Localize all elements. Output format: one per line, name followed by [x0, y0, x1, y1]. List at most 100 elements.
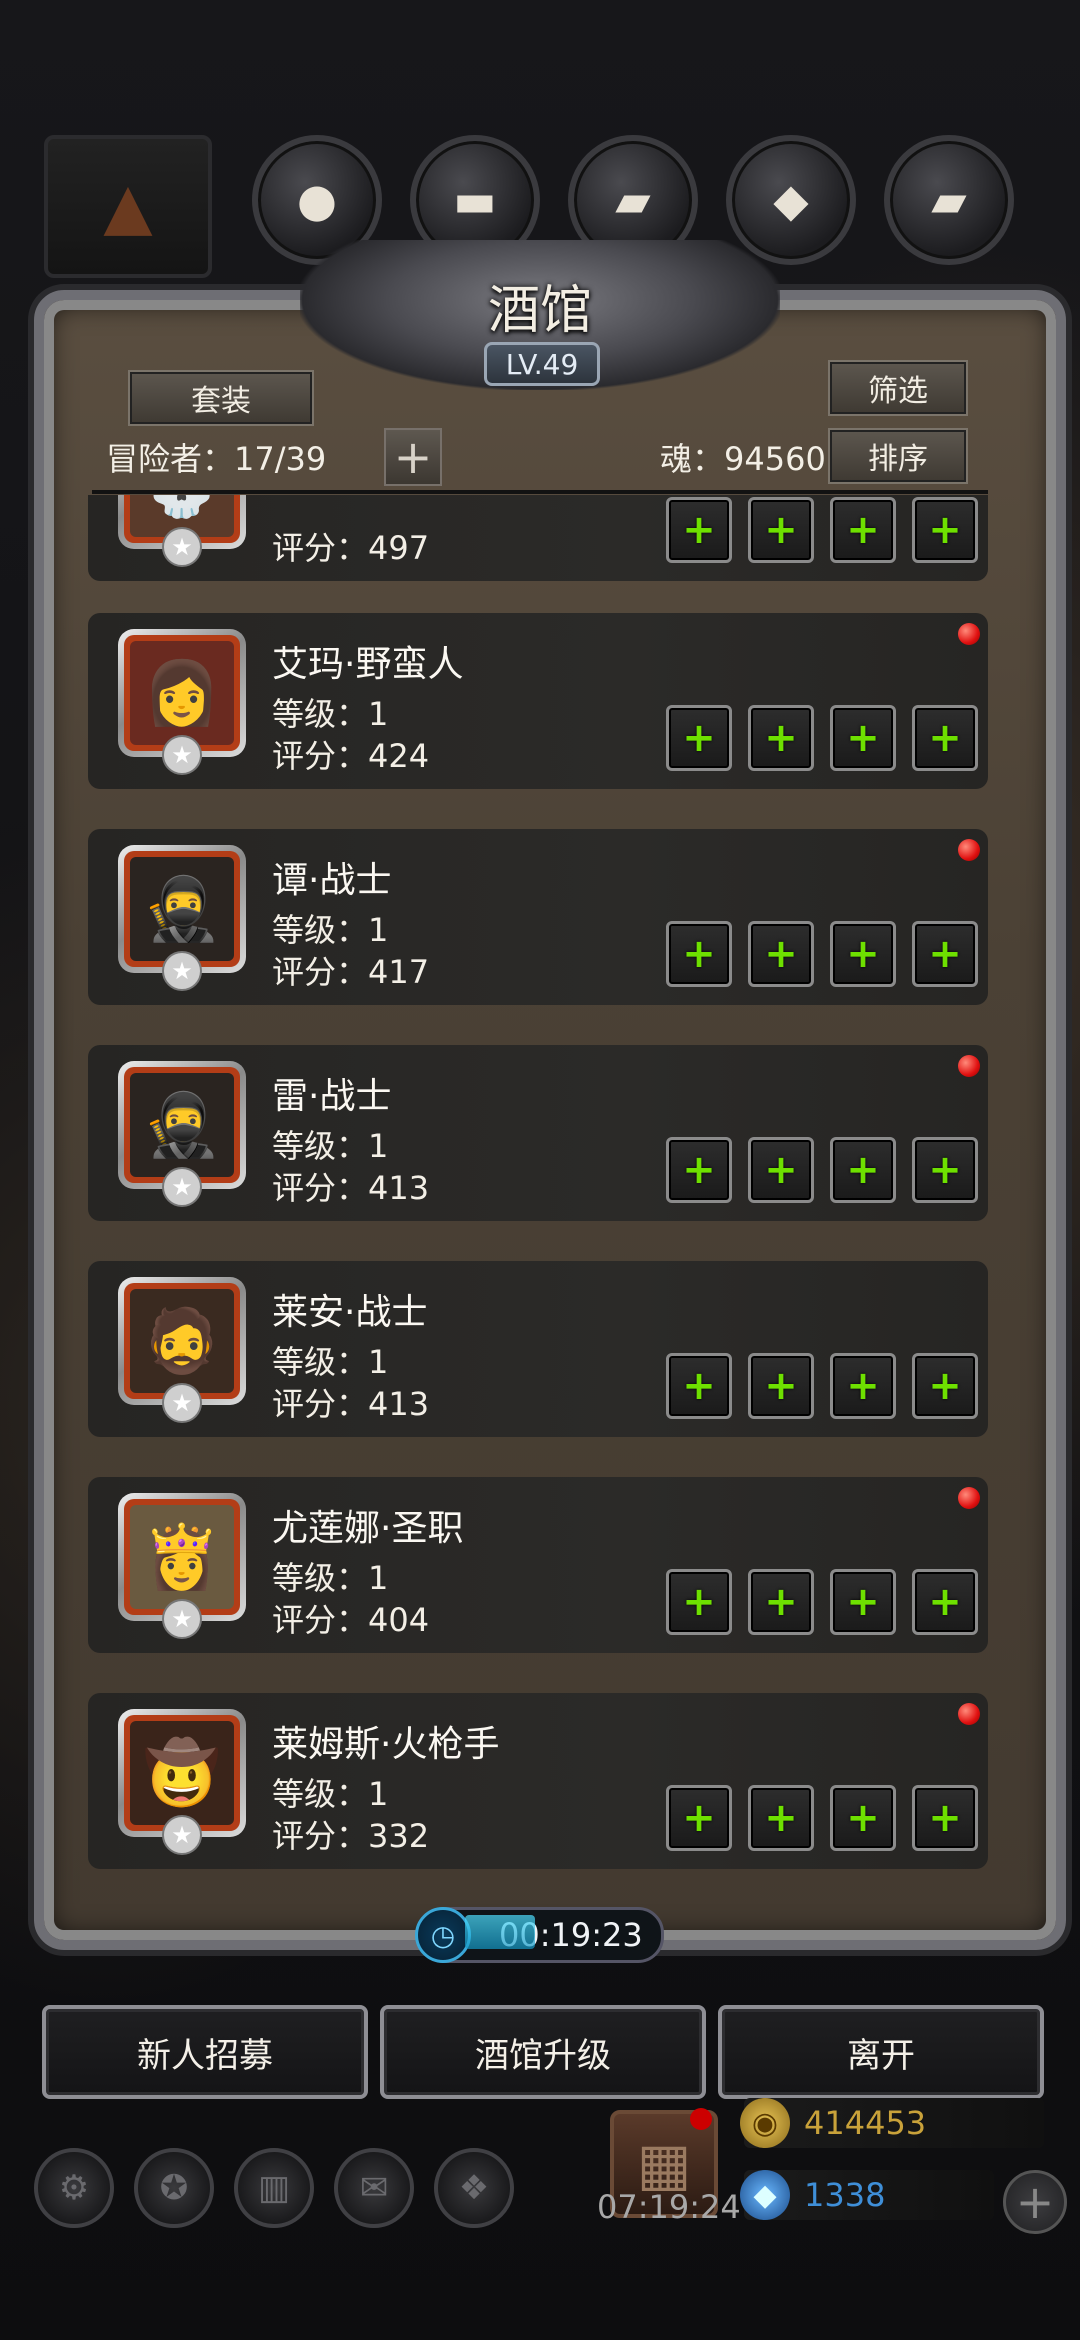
clock-icon: ◷ — [415, 1907, 471, 1963]
guild-icon[interactable]: ✪ — [134, 2148, 214, 2228]
hero-score-label: 评分： — [272, 1385, 369, 1423]
hero-row[interactable]: 🤠 ★ 莱姆斯·火枪手 等级：1 评分：332 + + + + — [88, 1693, 988, 1869]
gold-coin-icon: ◉ — [740, 2098, 790, 2148]
hero-level-label: 等级： — [272, 1127, 369, 1165]
hero-score: 评分：404 — [272, 1595, 429, 1641]
hero-face-icon: 🧔 — [130, 1289, 234, 1393]
hero-score-value: 417 — [368, 953, 430, 991]
equip-accessory-slot[interactable]: + — [830, 1353, 896, 1419]
hero-score: 评分：424 — [272, 731, 429, 777]
equip-weapon-slot[interactable]: + — [666, 1353, 732, 1419]
equip-armor-slot[interactable]: + — [748, 1137, 814, 1203]
equip-armor-slot[interactable]: + — [748, 921, 814, 987]
hero-portrait-slot[interactable]: ▲ — [44, 135, 212, 278]
chat-icon[interactable]: ❖ — [434, 2148, 514, 2228]
equip-trinket-slot[interactable]: + — [912, 497, 978, 563]
soul-count: 魂：94560 — [660, 434, 826, 480]
star-icon: ★ — [162, 951, 202, 991]
gift-notification-dot — [690, 2108, 712, 2130]
hero-row[interactable]: 👩 ★ 艾玛·野蛮人 等级：1 评分：424 + + + + — [88, 613, 988, 789]
settings-icon[interactable]: ⚙ — [34, 2148, 114, 2228]
equip-trinket-slot[interactable]: + — [912, 1569, 978, 1635]
adventurer-count: 冒险者：17/39 — [106, 434, 326, 480]
star-icon: ★ — [162, 527, 202, 567]
equip-trinket-slot[interactable]: + — [912, 1353, 978, 1419]
equip-trinket-slot[interactable]: + — [912, 1785, 978, 1851]
equip-armor-slot[interactable]: + — [748, 1785, 814, 1851]
equip-trinket-slot[interactable]: + — [912, 705, 978, 771]
header-divider — [92, 490, 988, 494]
sort-button[interactable]: 排序 — [828, 428, 968, 484]
star-icon: ★ — [162, 1599, 202, 1639]
hero-level-label: 等级： — [272, 1775, 369, 1813]
tavern-timer: ◷ 00:19:23 — [415, 1907, 664, 1963]
equip-slots: + + + + — [666, 1569, 978, 1635]
gift-timer: 07:19:24 — [597, 2188, 741, 2226]
equip-armor-slot[interactable]: + — [748, 1353, 814, 1419]
hero-name: 尤莲娜·圣职 — [272, 1508, 464, 1549]
hero-portrait: 👸 ★ — [118, 1493, 246, 1639]
equip-accessory-slot[interactable]: + — [830, 1569, 896, 1635]
equip-weapon-slot[interactable]: + — [666, 1785, 732, 1851]
gem-icon: ◆ — [740, 2170, 790, 2220]
hero-face-icon: 🥷 — [130, 1073, 234, 1177]
hero-score: 评分：497 — [272, 523, 429, 569]
hero-score: 评分：413 — [272, 1379, 429, 1425]
hero-row[interactable]: 👸 ★ 尤莲娜·圣职 等级：1 评分：404 + + + + — [88, 1477, 988, 1653]
timer-progress-fill — [465, 1915, 535, 1949]
hero-row-partial[interactable]: 💀 ★ 评分：497 + + + + — [88, 495, 988, 581]
set-button[interactable]: 套装 — [128, 370, 314, 426]
hero-level-label: 等级： — [272, 911, 369, 949]
hero-score-value: 404 — [368, 1601, 430, 1639]
hero-level-value: 1 — [368, 911, 389, 949]
equip-armor-slot[interactable]: + — [748, 1569, 814, 1635]
hero-row[interactable]: 🥷 ★ 谭·战士 等级：1 评分：417 + + + + — [88, 829, 988, 1005]
equip-trinket-slot[interactable]: + — [912, 921, 978, 987]
hero-row[interactable]: 🥷 ★ 雷·战士 等级：1 评分：413 + + + + — [88, 1045, 988, 1221]
hero-portrait: 💀 ★ — [118, 495, 246, 567]
equip-weapon-slot[interactable]: + — [666, 1569, 732, 1635]
equip-weapon-slot[interactable]: + — [666, 921, 732, 987]
upgrade-tavern-button[interactable]: 酒馆升级 — [380, 2005, 706, 2099]
panel-title: 酒馆 — [487, 281, 592, 341]
hero-score-label: 评分： — [272, 1601, 369, 1639]
hero-score: 评分：413 — [272, 1163, 429, 1209]
leave-button[interactable]: 离开 — [718, 2005, 1044, 2099]
filter-button[interactable]: 筛选 — [828, 360, 968, 416]
equip-accessory-slot[interactable]: + — [830, 705, 896, 771]
adventurer-count-value: 17/39 — [234, 440, 327, 478]
equip-trinket-slot[interactable]: + — [912, 1137, 978, 1203]
recruit-button[interactable]: 新人招募 — [42, 2005, 368, 2099]
hero-row[interactable]: 🧔 ★ 莱安·战士 等级：1 评分：413 + + + + — [88, 1261, 988, 1437]
hero-name: 莱安·战士 — [272, 1292, 428, 1333]
equip-slots: + + + + — [666, 1785, 978, 1851]
equip-armor-slot[interactable]: + — [748, 705, 814, 771]
add-gems-button[interactable]: + — [1003, 2170, 1067, 2234]
equip-accessory-slot[interactable]: + — [830, 497, 896, 563]
add-adventurer-slot-button[interactable]: + — [384, 428, 442, 486]
mail-icon[interactable]: ✉ — [334, 2148, 414, 2228]
shop-icon[interactable]: ▥ — [234, 2148, 314, 2228]
hero-portrait: 🥷 ★ — [118, 845, 246, 991]
hero-score-value: 424 — [368, 737, 430, 775]
gold-counter: ◉ 414453 — [740, 2098, 1044, 2148]
hero-face-icon: 👩 — [130, 641, 234, 745]
star-icon: ★ — [162, 735, 202, 775]
hero-level-value: 1 — [368, 1775, 389, 1813]
soul-value: 94560 — [724, 440, 826, 478]
equip-accessory-slot[interactable]: + — [830, 1137, 896, 1203]
equip-weapon-slot[interactable]: + — [666, 1137, 732, 1203]
hero-list[interactable]: 💀 ★ 评分：497 + + + + 👩★艾玛·野蛮人等级：1评分：424+++… — [88, 495, 992, 1875]
equip-weapon-slot[interactable]: + — [666, 497, 732, 563]
equip-armor-slot[interactable]: + — [748, 497, 814, 563]
star-icon: ★ — [162, 1167, 202, 1207]
equip-accessory-slot[interactable]: + — [830, 921, 896, 987]
hero-level-value: 1 — [368, 695, 389, 733]
hero-level: 等级：1 — [272, 689, 388, 735]
equip-accessory-slot[interactable]: + — [830, 1785, 896, 1851]
hero-level-label: 等级： — [272, 1343, 369, 1381]
new-hero-notification-dot — [958, 623, 980, 645]
equip-weapon-slot[interactable]: + — [666, 705, 732, 771]
hero-name: 莱姆斯·火枪手 — [272, 1724, 500, 1765]
equip-slots: + + + + — [666, 705, 978, 771]
